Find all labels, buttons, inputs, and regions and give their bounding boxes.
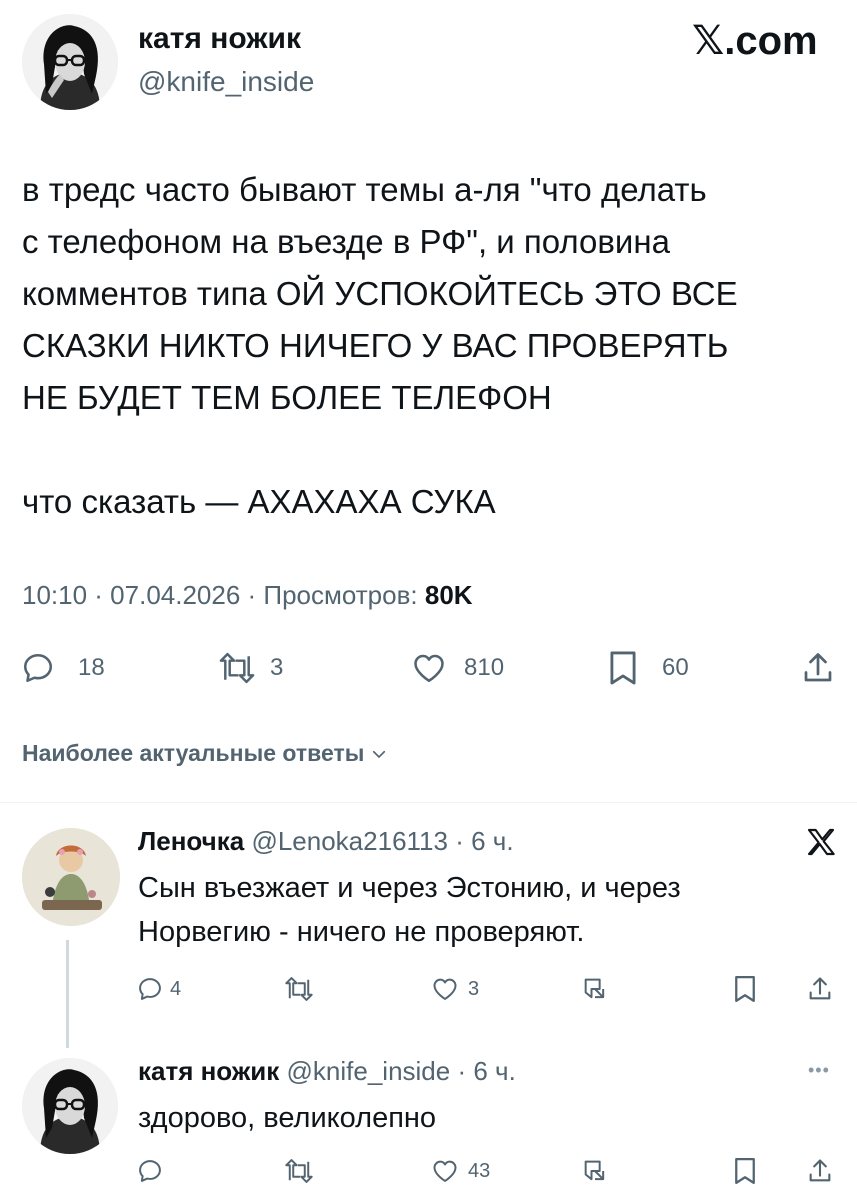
reply-bookmark-button[interactable] xyxy=(732,974,758,1004)
reply-time[interactable]: · 6 ч. xyxy=(457,1056,515,1086)
replies-sort-dropdown[interactable]: Наиболее актуальные ответы xyxy=(22,740,388,767)
more-icon[interactable]: ••• xyxy=(808,1060,830,1081)
reply-time[interactable]: · 6 ч. xyxy=(455,826,513,856)
reply-author-name[interactable]: Леночка xyxy=(138,826,244,856)
reply-icon xyxy=(139,978,161,1000)
thread-connector-line xyxy=(66,940,69,1048)
reply-bookmark-button[interactable] xyxy=(732,1156,758,1186)
reply-avatar-image xyxy=(22,828,120,926)
author-avatar[interactable] xyxy=(22,14,118,110)
reply-author-handle[interactable]: @Lenoka216113 xyxy=(251,826,448,856)
repost-button[interactable]: 3 xyxy=(218,648,283,688)
brand-logo: 𝕏.com xyxy=(692,19,818,63)
bookmark-button[interactable]: 60 xyxy=(606,648,689,688)
share-icon xyxy=(804,653,832,682)
reply-icon xyxy=(139,1160,161,1182)
grok-icon xyxy=(584,978,605,999)
reply-header: Леночка @Lenoka216113 · 6 ч. xyxy=(138,826,514,857)
reply-avatar[interactable] xyxy=(22,828,120,926)
bookmark-icon xyxy=(610,651,636,685)
reply-count: 18 xyxy=(78,654,105,681)
reply-text-line: Норвегию - ничего не проверяют. xyxy=(138,916,585,948)
grok-button[interactable] xyxy=(580,974,610,1004)
reply-share-button[interactable] xyxy=(806,974,834,1004)
tweet-text-line: НЕ БУДЕТ ТЕМ БОЛЕЕ ТЕЛЕФОН xyxy=(22,379,552,416)
x-logo-svg xyxy=(807,828,835,856)
reply-like-count: 3 xyxy=(468,977,480,1000)
repost-count: 3 xyxy=(270,654,284,681)
tweet-text-line: в тредс часто бывают темы а-ля "что дела… xyxy=(22,171,707,208)
bookmark-icon xyxy=(735,976,755,1002)
reply-like-button[interactable]: 43 xyxy=(430,1156,490,1186)
x-logo-icon[interactable] xyxy=(804,826,838,863)
grok-button[interactable] xyxy=(580,1156,610,1186)
tweet-text-line: комментов типа ОЙ УСПОКОЙТЕСЬ ЭТО ВСЕ xyxy=(22,275,738,312)
reply-text-line: здорово, великолепно xyxy=(138,1102,437,1134)
like-count: 810 xyxy=(464,654,505,681)
reply-share-button[interactable] xyxy=(806,1156,834,1186)
author-avatar-image xyxy=(22,14,118,110)
reply-button[interactable]: 18 xyxy=(20,648,105,688)
share-icon xyxy=(809,977,831,1000)
repost-icon xyxy=(219,652,255,684)
reply-like-button[interactable]: 3 xyxy=(430,974,479,1004)
reply-reply-button[interactable]: 4 xyxy=(136,974,181,1004)
reply-repost-button[interactable] xyxy=(284,974,314,1004)
like-button[interactable]: 810 xyxy=(410,648,504,688)
repost-icon xyxy=(285,977,313,1001)
reply-author-handle[interactable]: @knife_inside xyxy=(287,1056,451,1086)
bookmark-count: 60 xyxy=(662,654,689,681)
reply-avatar-image xyxy=(22,1058,118,1154)
reply-header: катя ножик @knife_inside · 6 ч. xyxy=(138,1056,516,1087)
like-icon xyxy=(414,654,444,683)
bookmark-icon xyxy=(735,1158,755,1184)
reply-repost-button[interactable] xyxy=(284,1156,314,1186)
share-button[interactable] xyxy=(800,648,836,688)
reply-reply-button[interactable] xyxy=(136,1156,164,1186)
tweet-timestamp[interactable]: 10:10 · 07.04.2026 · Просмотров: xyxy=(22,580,425,610)
author-handle[interactable]: @knife_inside xyxy=(138,66,314,98)
reply-like-count: 43 xyxy=(468,1159,491,1182)
reply-avatar[interactable] xyxy=(22,1058,118,1154)
like-icon xyxy=(433,978,457,1000)
reply-text-line: Сын въезжает и через Эстонию, и через xyxy=(138,872,681,904)
section-divider xyxy=(0,802,857,803)
tweet-text-line: СКАЗКИ НИКТО НИЧЕГО У ВАС ПРОВЕРЯТЬ xyxy=(22,327,729,364)
repost-icon xyxy=(285,1159,313,1183)
tweet-text-line: что сказать — АХАХАХА СУКА xyxy=(22,483,496,520)
chevron-down-icon xyxy=(373,750,386,758)
like-icon xyxy=(433,1160,457,1182)
grok-icon xyxy=(584,1160,605,1181)
tweet-text-line: с телефоном на въезде в РФ", и половина xyxy=(22,223,670,260)
reply-author-name[interactable]: катя ножик xyxy=(138,1056,279,1086)
replies-sort-label: Наиболее актуальные ответы xyxy=(22,740,365,766)
reply-icon xyxy=(23,653,53,683)
share-icon xyxy=(809,1159,831,1182)
reply-reply-count: 4 xyxy=(170,977,182,1000)
views-count: 80K xyxy=(424,580,473,610)
tweet-meta: 10:10 · 07.04.2026 · Просмотров: 80K xyxy=(22,580,473,611)
author-name[interactable]: катя ножик xyxy=(138,22,301,56)
